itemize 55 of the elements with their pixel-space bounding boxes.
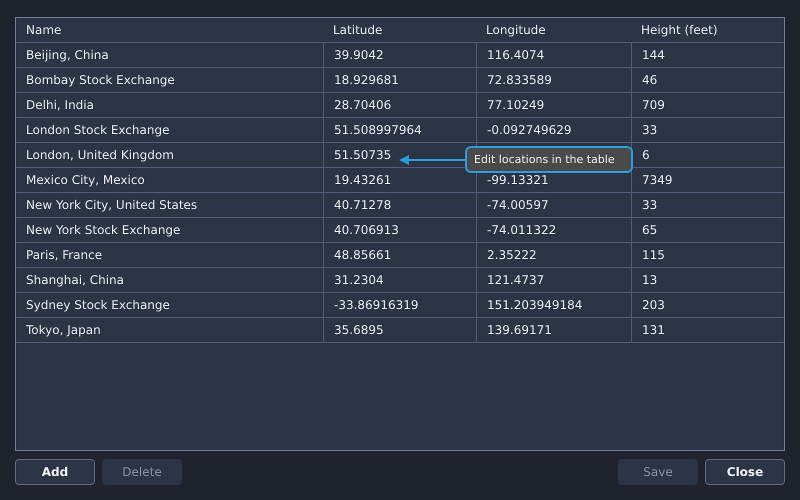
table-cell[interactable]: 7349 [642,173,673,187]
table-cell[interactable]: 65 [642,223,658,237]
table-cell[interactable]: 33 [642,123,658,137]
close-button[interactable]: Close [705,459,785,485]
table-cell[interactable]: 151.203949184 [487,298,582,312]
table-cell[interactable]: 144 [642,48,665,62]
table-cell[interactable]: 203 [642,298,665,312]
table-cell[interactable]: -74.011322 [487,223,556,237]
tooltip: Edit locations in the table [465,146,633,173]
table-cell[interactable]: London Stock Exchange [26,123,170,137]
table-cell[interactable]: 33 [642,198,658,212]
table-cell[interactable]: 121.4737 [487,273,544,287]
table-cell[interactable]: 709 [642,98,665,112]
table-cell[interactable]: -33.86916319 [334,298,418,312]
table-cell[interactable]: -74.00597 [487,198,549,212]
table-cell[interactable]: 139.69171 [487,323,552,337]
column-header[interactable]: Latitude [323,18,476,42]
table-cell[interactable]: Sydney Stock Exchange [26,298,170,312]
table-cell[interactable]: 31.2304 [334,273,384,287]
table-cell[interactable]: 13 [642,273,658,287]
table-cell[interactable]: London, United Kingdom [26,148,174,162]
table-cell[interactable]: Tokyo, Japan [26,323,101,337]
table-cell[interactable]: 51.50735 [334,148,392,162]
table-cell[interactable]: 72.833589 [487,73,552,87]
table-cell[interactable]: Paris, France [26,248,102,262]
table-cell[interactable]: 28.70406 [334,98,392,112]
table-cell[interactable]: 6 [642,148,650,162]
table-cell[interactable]: 2.35222 [487,248,537,262]
table-cell[interactable]: 18.929681 [334,73,399,87]
table-cell[interactable]: 77.10249 [487,98,544,112]
table-cell[interactable]: Bombay Stock Exchange [26,73,175,87]
column-header[interactable]: Longitude [476,18,631,42]
table-cell[interactable]: Beijing, China [26,48,109,62]
arrow-icon [399,154,465,166]
table-cell[interactable]: Delhi, India [26,98,94,112]
table-cell[interactable]: New York City, United States [26,198,198,212]
table-cell[interactable]: 48.85661 [334,248,392,262]
table-cell[interactable]: 115 [642,248,665,262]
table-cell[interactable]: 46 [642,73,658,87]
table-cell[interactable]: 116.4074 [487,48,544,62]
table-cell[interactable]: New York Stock Exchange [26,223,180,237]
column-header[interactable]: Name [16,18,323,42]
add-button[interactable]: Add [15,459,95,485]
table-cell[interactable]: Shanghai, China [26,273,124,287]
table-cell[interactable]: -0.092749629 [487,123,572,137]
table-cell[interactable]: 40.706913 [334,223,399,237]
table-cell[interactable]: 131 [642,323,665,337]
table-cell[interactable]: -99.13321 [487,173,549,187]
column-header[interactable]: Height (feet) [631,18,784,42]
table-cell[interactable]: 39.9042 [334,48,384,62]
table-cell[interactable]: Mexico City, Mexico [26,173,145,187]
table-cell[interactable]: 51.508997964 [334,123,422,137]
table-cell[interactable]: 35.6895 [334,323,384,337]
table-cell[interactable]: 19.43261 [334,173,392,187]
table-cell[interactable]: 40.71278 [334,198,392,212]
